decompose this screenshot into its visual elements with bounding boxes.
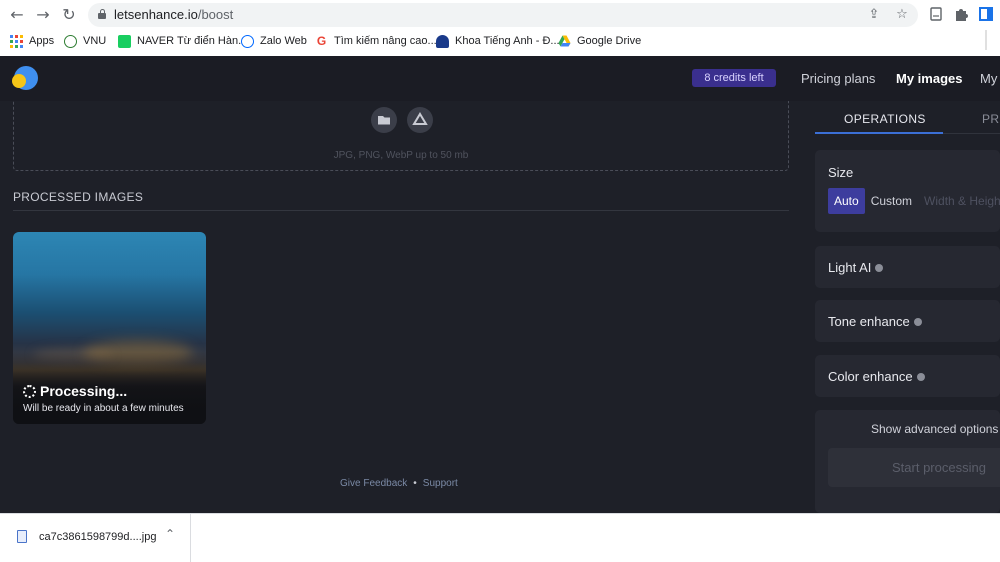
- processed-image-card[interactable]: Processing... Will be ready in about a f…: [13, 232, 206, 424]
- footer-links: Give Feedback • Support: [340, 478, 458, 489]
- size-card: Size Auto Custom Width & Heigh: [815, 150, 1000, 232]
- bookmark-label: Google Drive: [577, 35, 642, 47]
- info-icon[interactable]: [916, 372, 925, 381]
- profile-icon[interactable]: [978, 6, 994, 22]
- bookmark-label: Zalo Web: [260, 35, 307, 47]
- download-filename: ca7c3861598799d....jpg: [39, 531, 157, 543]
- folder-icon[interactable]: [371, 107, 397, 133]
- lock-icon[interactable]: [98, 9, 106, 19]
- nav-pricing-plans[interactable]: Pricing plans: [801, 71, 875, 87]
- extension-icon[interactable]: [928, 6, 944, 22]
- chevron-up-icon[interactable]: ⌃: [165, 527, 175, 541]
- processing-label: Processing...: [40, 383, 128, 399]
- file-icon: [17, 530, 27, 543]
- info-icon[interactable]: [913, 317, 922, 326]
- color-enhance-card[interactable]: Color enhance: [815, 355, 1000, 397]
- share-icon[interactable]: ⇪: [865, 6, 883, 24]
- size-option-custom[interactable]: Custom: [865, 188, 918, 214]
- size-option-width-height[interactable]: Width & Heigh: [918, 188, 1000, 214]
- tone-enhance-text: Tone enhance: [828, 314, 910, 329]
- processed-images-title: PROCESSED IMAGES: [13, 190, 144, 204]
- reload-icon[interactable]: ↻: [59, 5, 79, 25]
- bookmark-label: Apps: [29, 35, 55, 47]
- download-bar: ca7c3861598799d....jpg ⌃: [0, 513, 1000, 562]
- back-icon[interactable]: ←: [7, 5, 27, 25]
- bookmark-label: NAVER Từ điển Hàn...: [137, 35, 248, 47]
- address-row: ← → ↻ letsenhance.io/boost ⇪ ☆: [0, 0, 1000, 30]
- google-drive-icon[interactable]: [407, 107, 433, 133]
- puzzle-icon[interactable]: [953, 6, 969, 22]
- size-label: Size: [828, 165, 854, 180]
- color-enhance-label: Color enhance: [828, 369, 925, 384]
- zalo-icon: [241, 34, 254, 48]
- light-ai-card[interactable]: Light AI: [815, 246, 1000, 288]
- bookmark-label: Khoa Tiếng Anh - Đ...: [455, 35, 560, 47]
- url-text[interactable]: letsenhance.io/boost: [114, 7, 233, 23]
- processing-note: Will be ready in about a few minutes: [23, 403, 184, 414]
- address-bar[interactable]: letsenhance.io/boost ⇪ ☆: [88, 3, 918, 27]
- forward-icon[interactable]: →: [33, 5, 53, 25]
- size-selector: Auto Custom Width & Heigh: [828, 188, 1000, 214]
- download-item[interactable]: ca7c3861598799d....jpg ⌃: [0, 514, 191, 562]
- naver-icon: [118, 34, 131, 48]
- upload-hint: JPG, PNG, WebP up to 50 mb: [333, 150, 469, 161]
- bookmark-khoa-tieng-anh[interactable]: Khoa Tiếng Anh - Đ...: [436, 32, 560, 50]
- main-content: JPG, PNG, WebP up to 50 mb PROCESSED IMA…: [0, 101, 1000, 513]
- browser-chrome: ← → ↻ letsenhance.io/boost ⇪ ☆ Apps VNU …: [0, 0, 1000, 56]
- bookmark-label: Tìm kiếm nâng cao...: [334, 35, 437, 47]
- light-ai-label: Light AI: [828, 260, 884, 275]
- bookmark-vnu[interactable]: VNU: [64, 32, 106, 50]
- bookmarks-overflow[interactable]: [985, 30, 987, 50]
- spinner-icon: [23, 384, 36, 398]
- tone-enhance-card[interactable]: Tone enhance: [815, 300, 1000, 342]
- processing-status: Processing...: [23, 383, 127, 399]
- info-icon[interactable]: [875, 263, 884, 272]
- url-path: /boost: [197, 7, 234, 22]
- university-icon: [436, 34, 449, 48]
- vnu-icon: [64, 34, 77, 48]
- bookmarks-bar: Apps VNU NAVER Từ điển Hàn... Zalo Web G…: [0, 30, 1000, 52]
- tone-enhance-label: Tone enhance: [828, 314, 922, 329]
- color-enhance-text: Color enhance: [828, 369, 913, 384]
- action-card: Show advanced options Start processing: [815, 410, 1000, 513]
- footer-separator: •: [413, 478, 417, 489]
- give-feedback-link[interactable]: Give Feedback: [340, 478, 407, 489]
- url-host: letsenhance.io: [114, 7, 198, 22]
- nav-my-images[interactable]: My images: [896, 71, 962, 87]
- app-header: 8 credits left Pricing plans My images M…: [0, 56, 1000, 101]
- credits-badge[interactable]: 8 credits left: [692, 69, 776, 87]
- bookmark-naver[interactable]: NAVER Từ điển Hàn...: [118, 32, 247, 50]
- bookmark-apps[interactable]: Apps: [10, 32, 54, 50]
- panel-tabs: OPERATIONS PRE: [815, 101, 1000, 134]
- nav-my-account[interactable]: My: [980, 71, 997, 87]
- star-icon[interactable]: ☆: [893, 6, 911, 24]
- bookmark-google-search[interactable]: G Tìm kiếm nâng cao...: [315, 32, 437, 50]
- show-advanced-options[interactable]: Show advanced options: [871, 422, 998, 436]
- apps-grid-icon: [10, 34, 23, 48]
- letsenhance-logo[interactable]: [12, 66, 38, 90]
- google-icon: G: [316, 33, 327, 48]
- bookmark-google-drive[interactable]: Google Drive: [558, 32, 641, 50]
- bookmark-label: VNU: [83, 35, 107, 47]
- start-processing-button[interactable]: Start processing: [828, 448, 1000, 487]
- google-drive-icon: [558, 35, 571, 48]
- size-option-auto[interactable]: Auto: [828, 188, 865, 214]
- section-divider: [13, 210, 789, 211]
- bookmark-zalo[interactable]: Zalo Web: [241, 32, 307, 50]
- tab-presets[interactable]: PRE: [982, 112, 1000, 126]
- tab-operations[interactable]: OPERATIONS: [844, 112, 926, 126]
- tab-active-indicator: [815, 132, 943, 134]
- light-ai-text: Light AI: [828, 260, 872, 275]
- support-link[interactable]: Support: [423, 478, 458, 489]
- upload-dropzone[interactable]: JPG, PNG, WebP up to 50 mb: [13, 101, 789, 171]
